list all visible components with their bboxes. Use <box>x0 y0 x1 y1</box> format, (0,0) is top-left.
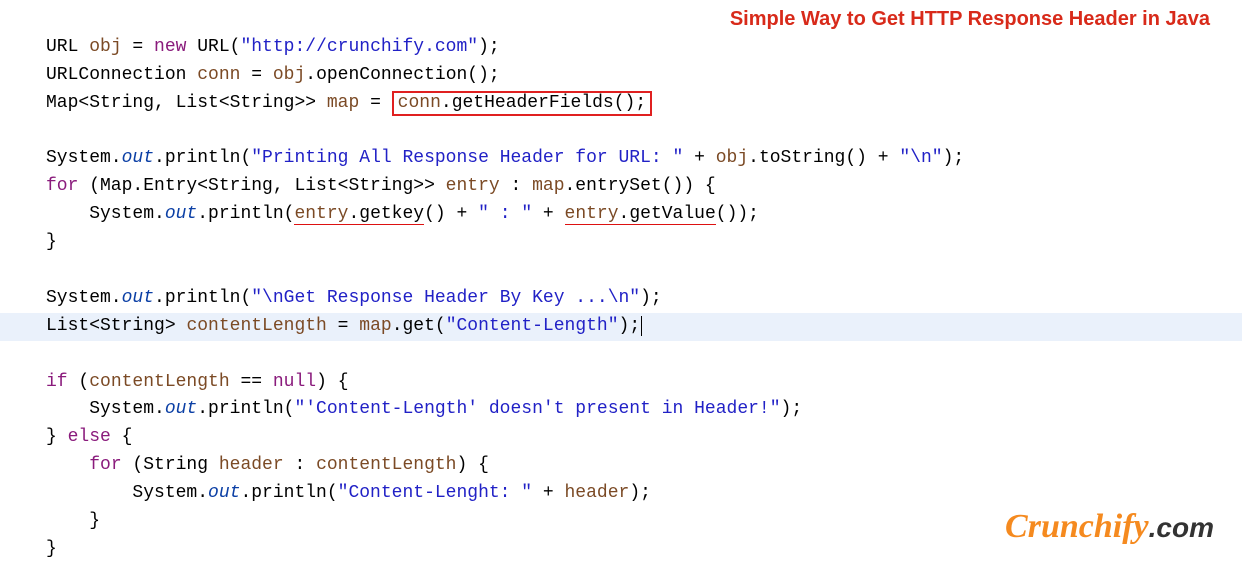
code-line: } <box>46 539 57 559</box>
text-cursor <box>641 316 642 336</box>
code-line: } else { <box>46 427 132 447</box>
highlighted-line: List<String> contentLength = map.get("Co… <box>0 313 1242 341</box>
code-line: if (contentLength == null) { <box>46 372 349 392</box>
underline-error: entry.getValue <box>565 204 716 225</box>
brand-name: Crunchify <box>1005 508 1149 545</box>
code-line: } <box>46 232 57 252</box>
brand-logo: Crunchify.com <box>1005 508 1214 546</box>
code-line: System.out.println("Content-Lenght: " + … <box>46 483 651 503</box>
page-title: Simple Way to Get HTTP Response Header i… <box>730 8 1210 31</box>
code-line: for (Map.Entry<String, List<String>> ent… <box>46 176 716 196</box>
code-line: System.out.println("\nGet Response Heade… <box>46 288 662 308</box>
code-line: System.out.println("'Content-Length' doe… <box>46 399 802 419</box>
blank-line <box>46 260 57 280</box>
blank-line <box>46 121 57 141</box>
code-line: URL obj = new URL("http://crunchify.com"… <box>46 37 500 57</box>
code-block: URL obj = new URL("http://crunchify.com"… <box>0 0 1242 564</box>
code-line: Map<String, List<String>> map = conn.get… <box>46 93 652 113</box>
code-line: System.out.println("Printing All Respons… <box>46 148 964 168</box>
code-line: URLConnection conn = obj.openConnection(… <box>46 65 500 85</box>
code-line: } <box>46 511 100 531</box>
brand-tld: .com <box>1149 512 1214 543</box>
highlighted-box: conn.getHeaderFields(); <box>392 91 652 117</box>
underline-error: entry.getkey <box>294 204 424 225</box>
code-line: System.out.println(entry.getkey() + " : … <box>46 204 759 225</box>
code-line: for (String header : contentLength) { <box>46 455 489 475</box>
